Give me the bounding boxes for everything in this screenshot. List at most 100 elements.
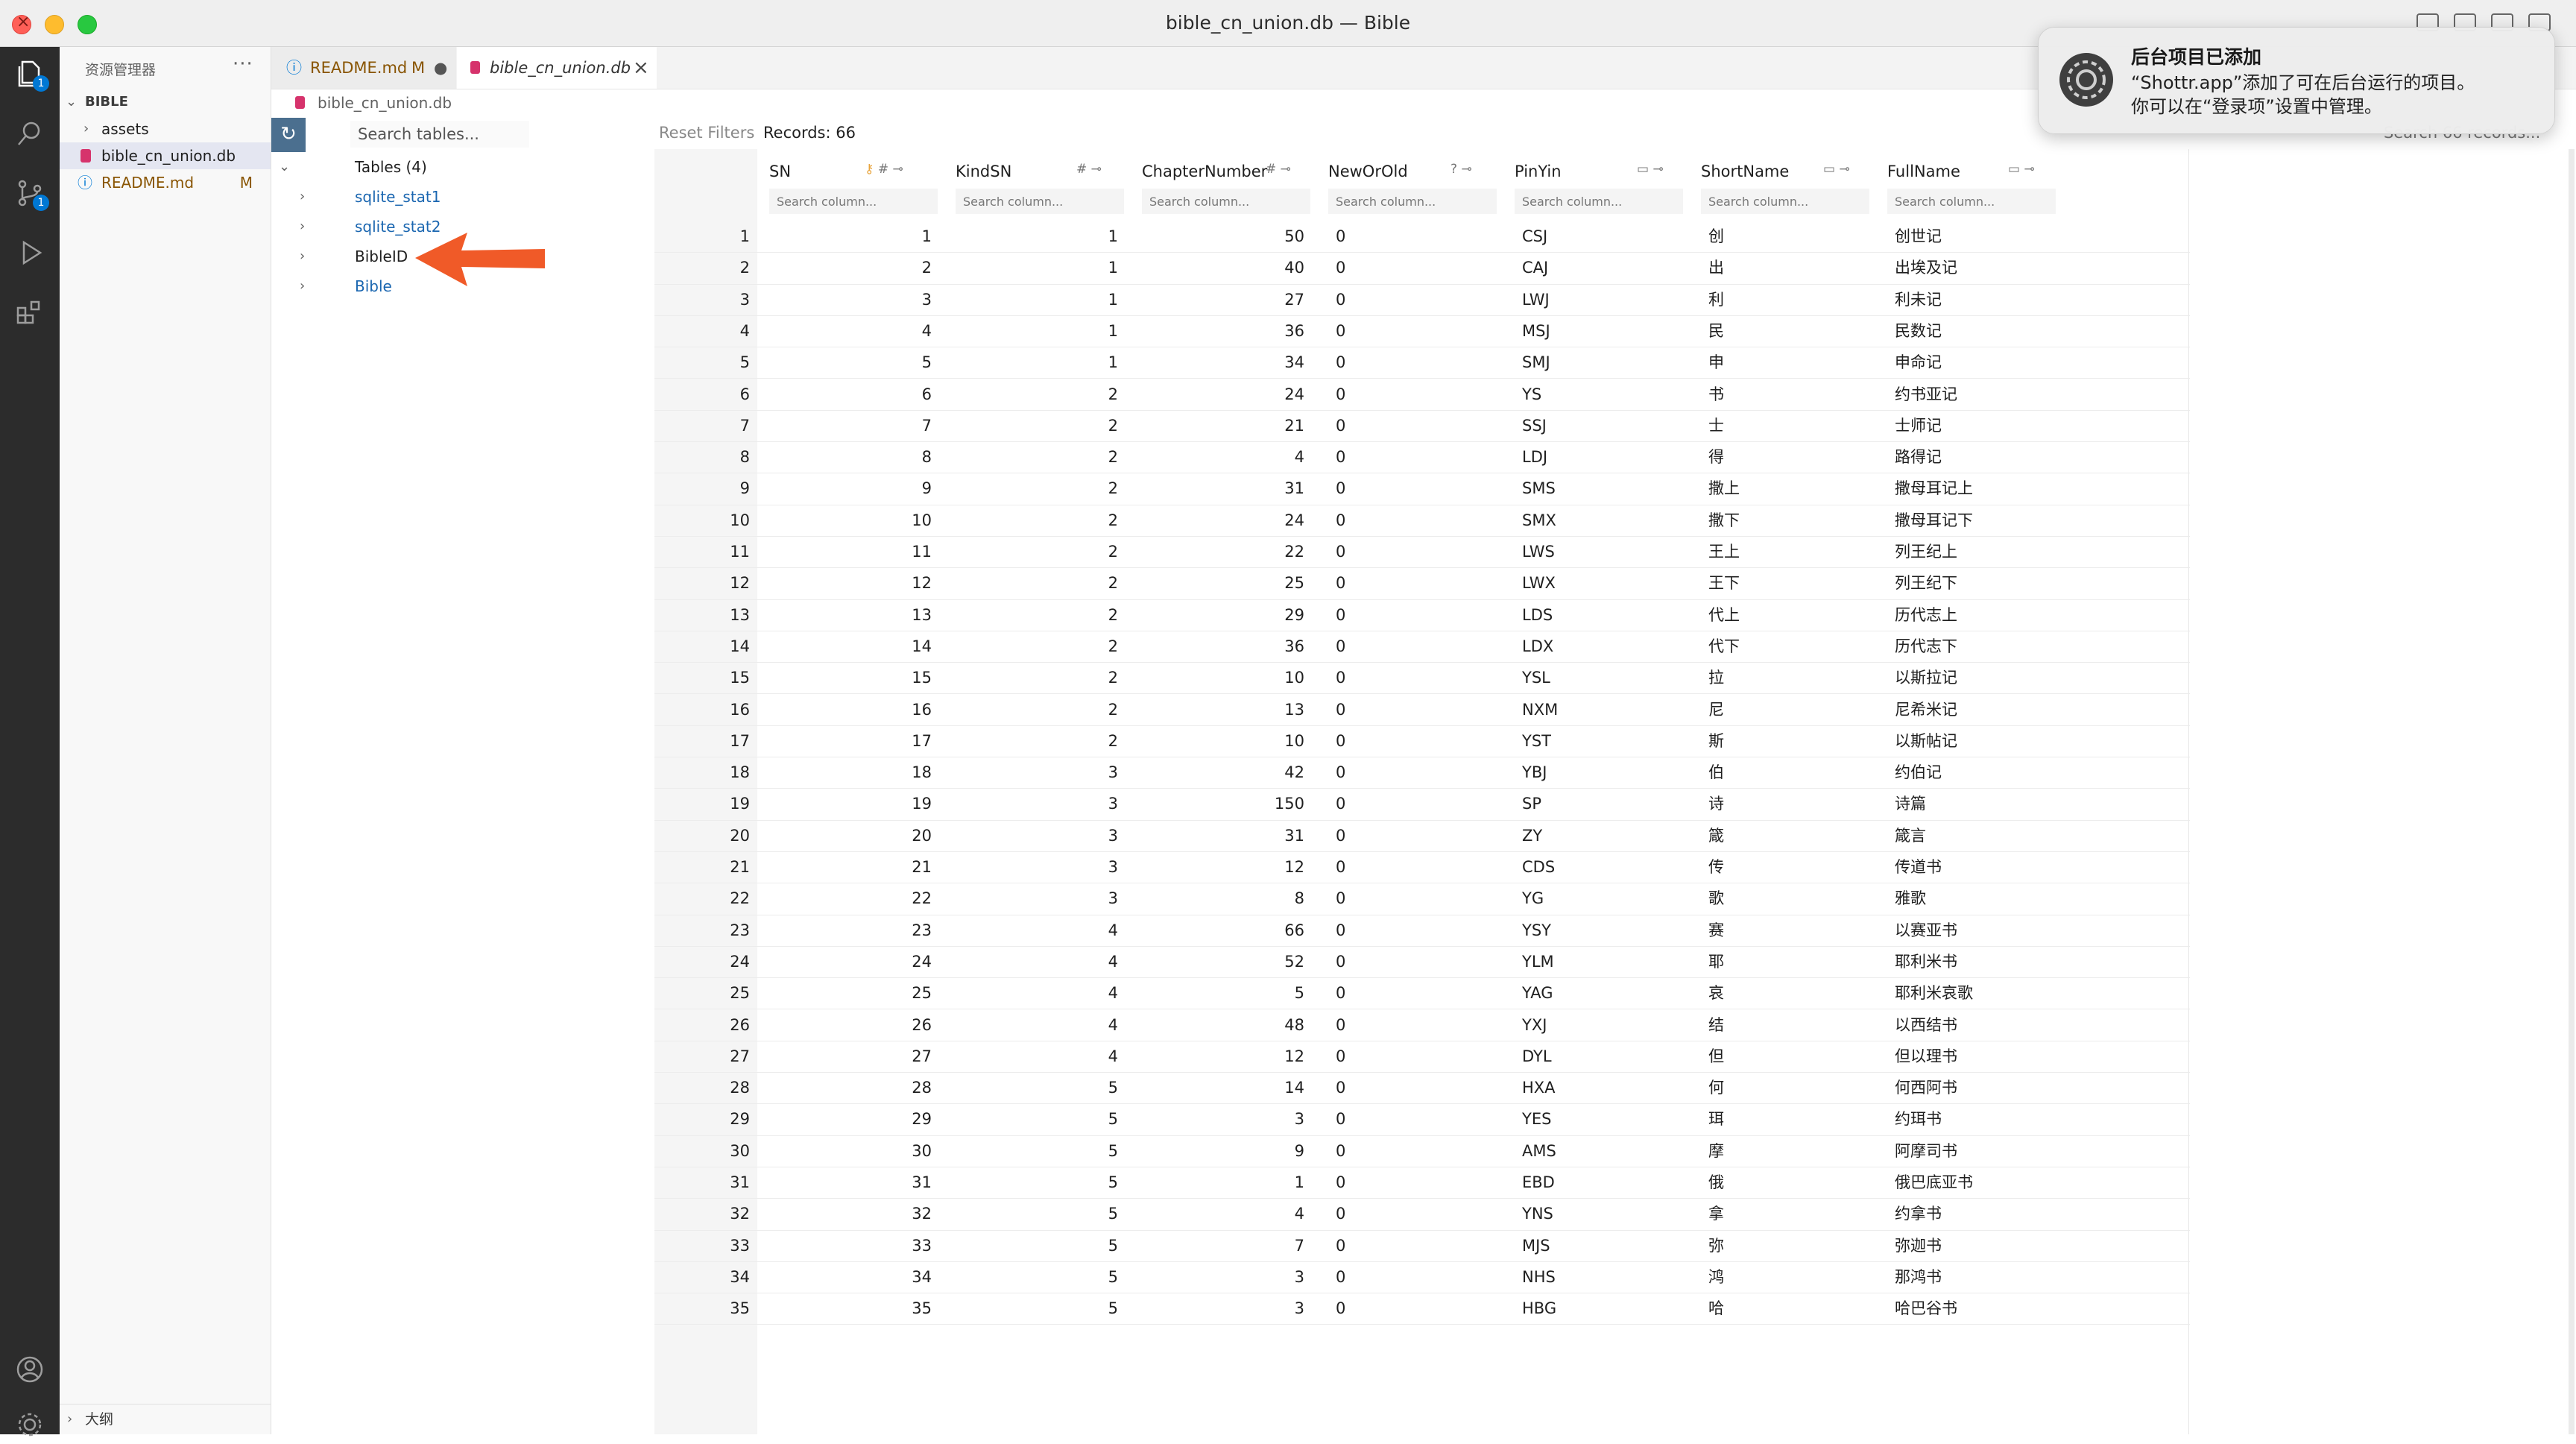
pin-icon[interactable]: ⊸ xyxy=(893,162,903,177)
cell-kindsn[interactable]: 5 xyxy=(945,1103,1118,1135)
cell-pinyin[interactable]: LWS xyxy=(1522,536,1671,567)
cell-shortname[interactable]: 摩 xyxy=(1708,1135,1857,1167)
table-row[interactable]: 25 25 4 5 0 YAG 哀 耶利米哀歌 xyxy=(654,977,2190,1010)
table-row[interactable]: 2 2 1 40 0 CAJ 出出埃及记 xyxy=(654,252,2190,285)
cell-sn[interactable]: 8 xyxy=(759,441,932,473)
cell-pinyin[interactable]: HBG xyxy=(1522,1293,1671,1324)
cell-pinyin[interactable]: LWX xyxy=(1522,567,1671,599)
folder-bible[interactable]: ⌄ BIBLE xyxy=(60,89,271,116)
close-tab-icon[interactable]: × xyxy=(633,47,649,89)
cell-pinyin[interactable]: YAG xyxy=(1522,977,1671,1009)
close-window-button[interactable] xyxy=(12,13,31,34)
column-icons-chapternumber[interactable]: # ⊸ xyxy=(1266,162,1291,177)
cell-pinyin[interactable]: YNS xyxy=(1522,1198,1671,1229)
cell-pinyin[interactable]: LDJ xyxy=(1522,441,1671,473)
cell-sn[interactable]: 22 xyxy=(759,883,932,914)
cell-pinyin[interactable]: LDS xyxy=(1522,599,1671,631)
cell-sn[interactable]: 11 xyxy=(759,536,932,567)
cell-pinyin[interactable]: HXA xyxy=(1522,1072,1671,1103)
column-search-shortname[interactable] xyxy=(1701,189,1869,214)
cell-fullname[interactable]: 箴言 xyxy=(1895,820,2074,851)
cell-neworold[interactable]: 0 xyxy=(1336,820,1485,851)
cell-chapternumber[interactable]: 3 xyxy=(1131,1103,1304,1135)
cell-neworold[interactable]: 0 xyxy=(1336,851,1485,883)
source-control-icon[interactable]: 1 xyxy=(13,177,49,211)
cell-pinyin[interactable]: AMS xyxy=(1522,1135,1671,1167)
cell-kindsn[interactable]: 1 xyxy=(945,284,1118,315)
cell-chapternumber[interactable]: 52 xyxy=(1131,946,1304,977)
cell-pinyin[interactable]: YST xyxy=(1522,725,1671,757)
cell-kindsn[interactable]: 1 xyxy=(945,315,1118,347)
explorer-icon[interactable]: 1 xyxy=(13,57,49,92)
column-icons-kindsn[interactable]: # ⊸ xyxy=(1076,162,1102,177)
table-row[interactable]: 8 8 2 4 0 LDJ 得路得记 xyxy=(654,441,2190,474)
cell-sn[interactable]: 24 xyxy=(759,946,932,977)
table-row[interactable]: 24 24 4 52 0 YLM 耶 耶利米书 xyxy=(654,946,2190,979)
breadcrumb-item[interactable]: bible_cn_union.db xyxy=(318,89,452,116)
table-item-sqlite-stat1[interactable]: › sqlite_stat1 xyxy=(271,182,654,212)
cell-pinyin[interactable]: DYL xyxy=(1522,1041,1671,1072)
table-row[interactable]: 27 27 4 12 0 DYL 但 但以理书 xyxy=(654,1041,2190,1073)
cell-sn[interactable]: 3 xyxy=(759,284,932,315)
cell-shortname[interactable]: 哀 xyxy=(1708,977,1857,1009)
cell-neworold[interactable]: 0 xyxy=(1336,694,1485,725)
cell-pinyin[interactable]: SMS xyxy=(1522,473,1671,504)
cell-pinyin[interactable]: YXJ xyxy=(1522,1009,1671,1041)
cell-shortname[interactable]: 代下 xyxy=(1708,631,1857,662)
cell-sn[interactable]: 26 xyxy=(759,1009,932,1041)
table-row[interactable]: 20 20 3 31 0 ZY 箴 箴言 xyxy=(654,820,2190,852)
cell-kindsn[interactable]: 1 xyxy=(945,221,1118,252)
table-row[interactable]: 31 31 5 1 0 EBD 俄 俄巴底亚书 xyxy=(654,1167,2190,1199)
cell-chapternumber[interactable]: 50 xyxy=(1131,221,1304,252)
cell-sn[interactable]: 33 xyxy=(759,1230,932,1261)
cell-neworold[interactable]: 0 xyxy=(1336,1230,1485,1261)
cell-neworold[interactable]: 0 xyxy=(1336,315,1485,347)
cell-shortname[interactable]: 歌 xyxy=(1708,883,1857,914)
cell-fullname[interactable]: 以赛亚书 xyxy=(1895,915,2074,946)
cell-fullname[interactable]: 撒母耳记下 xyxy=(1895,505,2074,536)
cell-pinyin[interactable]: NHS xyxy=(1522,1261,1671,1293)
cell-fullname[interactable]: 哈巴谷书 xyxy=(1895,1293,2074,1324)
table-search-input[interactable] xyxy=(350,121,529,148)
cell-fullname[interactable]: 以斯拉记 xyxy=(1895,662,2074,693)
cell-kindsn[interactable]: 2 xyxy=(945,725,1118,757)
column-search-neworold[interactable] xyxy=(1328,189,1497,214)
cell-kindsn[interactable]: 3 xyxy=(945,788,1118,819)
cell-fullname[interactable]: 出埃及记 xyxy=(1895,252,2074,283)
cell-kindsn[interactable]: 5 xyxy=(945,1230,1118,1261)
maximize-window-button[interactable] xyxy=(78,15,97,34)
cell-fullname[interactable]: 传道书 xyxy=(1895,851,2074,883)
cell-chapternumber[interactable]: 24 xyxy=(1131,379,1304,410)
table-row[interactable]: 33 33 5 7 0 MJS 弥 弥迦书 xyxy=(654,1230,2190,1262)
cell-shortname[interactable]: 结 xyxy=(1708,1009,1857,1041)
column-search-pinyin[interactable] xyxy=(1515,189,1683,214)
cell-neworold[interactable]: 0 xyxy=(1336,599,1485,631)
cell-sn[interactable]: 20 xyxy=(759,820,932,851)
cell-fullname[interactable]: 历代志下 xyxy=(1895,631,2074,662)
cell-chapternumber[interactable]: 36 xyxy=(1131,631,1304,662)
cell-neworold[interactable]: 0 xyxy=(1336,410,1485,441)
cell-pinyin[interactable]: YBJ xyxy=(1522,757,1671,788)
cell-neworold[interactable]: 0 xyxy=(1336,221,1485,252)
cell-shortname[interactable]: 伯 xyxy=(1708,757,1857,788)
cell-shortname[interactable]: 创 xyxy=(1708,221,1857,252)
cell-fullname[interactable]: 弥迦书 xyxy=(1895,1230,2074,1261)
cell-shortname[interactable]: 得 xyxy=(1708,441,1857,473)
cell-neworold[interactable]: 0 xyxy=(1336,505,1485,536)
cell-kindsn[interactable]: 2 xyxy=(945,599,1118,631)
tab-bible-db[interactable]: bible_cn_union.db × xyxy=(457,47,657,89)
cell-sn[interactable]: 32 xyxy=(759,1198,932,1229)
cell-shortname[interactable]: 赛 xyxy=(1708,915,1857,946)
cell-chapternumber[interactable]: 8 xyxy=(1131,883,1304,914)
cell-chapternumber[interactable]: 31 xyxy=(1131,473,1304,504)
cell-kindsn[interactable]: 4 xyxy=(945,946,1118,977)
table-row[interactable]: 12 12 2 25 0 LWX 王下 列王纪下 xyxy=(654,567,2190,600)
cell-sn[interactable]: 10 xyxy=(759,505,932,536)
table-row[interactable]: 15 15 2 10 0 YSL 拉 以斯拉记 xyxy=(654,662,2190,695)
cell-neworold[interactable]: 0 xyxy=(1336,1041,1485,1072)
cell-neworold[interactable]: 0 xyxy=(1336,883,1485,914)
cell-neworold[interactable]: 0 xyxy=(1336,567,1485,599)
pin-icon[interactable]: ⊸ xyxy=(1281,162,1291,177)
cell-fullname[interactable]: 诗篇 xyxy=(1895,788,2074,819)
cell-sn[interactable]: 31 xyxy=(759,1167,932,1198)
